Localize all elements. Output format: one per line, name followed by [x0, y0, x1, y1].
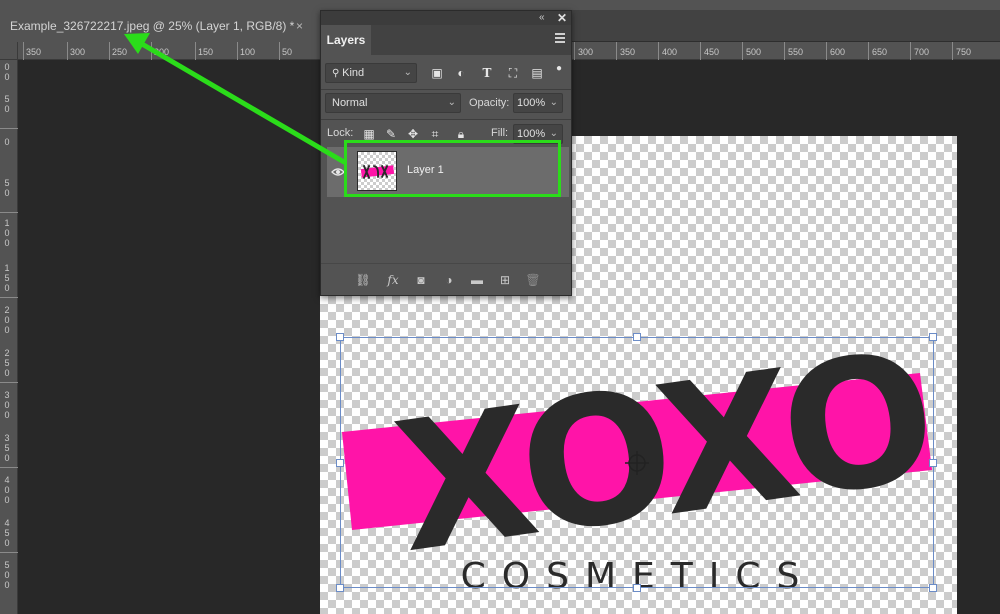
ruler-label: 3 5 0 — [4, 433, 10, 463]
image-filter-icon[interactable]: ▣ — [429, 65, 445, 81]
blend-row: Normal ⌄ Opacity: 100% ⌄ — [321, 93, 571, 115]
panel-footer: ⛓ fx ◙ ◑ ▬ ⊞ 🗑︎ — [321, 263, 571, 295]
ruler-label: 200 — [154, 47, 170, 57]
adjustment-layer-icon[interactable]: ◑ — [441, 272, 457, 288]
new-layer-icon[interactable]: ⊞ — [497, 272, 513, 288]
ruler-label: 700 — [914, 47, 930, 57]
ruler-label: 4 0 0 — [4, 475, 10, 505]
ruler-label: 250 — [112, 47, 128, 57]
transform-handle[interactable] — [929, 459, 937, 467]
shape-filter-icon[interactable]: ⛶ — [505, 65, 521, 81]
ruler-label: 600 — [830, 47, 846, 57]
fx-icon[interactable]: fx — [385, 272, 401, 288]
transform-bounding-box[interactable] — [340, 337, 934, 588]
close-panel-icon[interactable]: ✕ — [557, 11, 567, 25]
transform-handle[interactable] — [336, 333, 344, 341]
chevron-down-icon: ⌄ — [403, 67, 412, 78]
ruler-label: 4 5 0 — [4, 518, 10, 548]
transform-handle[interactable] — [336, 459, 344, 467]
new-group-icon[interactable]: ▬ — [469, 272, 485, 288]
ruler-label: 750 — [956, 47, 972, 57]
eye-icon[interactable] — [331, 165, 345, 179]
ruler-label: 3 0 0 — [4, 390, 10, 420]
smart-object-filter-icon[interactable]: ▤ — [529, 65, 545, 81]
ruler-origin[interactable] — [0, 42, 18, 60]
ruler-label: 300 — [70, 47, 86, 57]
document-tab[interactable]: Example_326722217.jpeg @ 25% (Layer 1, R… — [0, 10, 320, 42]
ruler-label: 500 — [746, 47, 762, 57]
ruler-label: 400 — [662, 47, 678, 57]
blend-mode-select[interactable]: Normal ⌄ — [325, 93, 461, 113]
chevron-down-icon: ⌄ — [447, 97, 456, 108]
layer-highlight-box — [344, 140, 561, 197]
ruler-label: 5 0 0 — [4, 560, 10, 590]
document-title: Example_326722217.jpeg @ 25% (Layer 1, R… — [10, 19, 295, 33]
ruler-label: 5 0 — [4, 94, 10, 114]
transform-handle[interactable] — [633, 584, 641, 592]
link-layers-icon[interactable]: ⛓ — [355, 272, 371, 288]
ruler-label: 450 — [704, 47, 720, 57]
tab-layers[interactable]: Layers — [321, 25, 371, 55]
add-mask-icon[interactable]: ◙ — [413, 272, 429, 288]
ruler-label: 650 — [872, 47, 888, 57]
opacity-label: Opacity: — [469, 97, 510, 109]
ruler-label: 350 — [620, 47, 636, 57]
close-document-icon[interactable]: × — [296, 10, 303, 42]
transform-handle[interactable] — [336, 584, 344, 592]
ruler-label: 5 0 — [4, 178, 10, 198]
ruler-label: 100 — [240, 47, 256, 57]
adjustment-filter-icon[interactable]: ◐ — [453, 65, 469, 81]
ruler-label: 0 0 — [4, 62, 10, 82]
panel-menu-icon[interactable] — [555, 33, 565, 45]
ruler-label: 550 — [788, 47, 804, 57]
options-bar — [0, 0, 1000, 10]
ruler-label: 2 5 0 — [4, 348, 10, 378]
chevron-down-icon: ⌄ — [549, 97, 558, 108]
ruler-label: 50 — [282, 47, 293, 57]
transform-handle[interactable] — [633, 333, 641, 341]
search-icon: ⚲ — [332, 68, 343, 79]
vertical-ruler[interactable]: 0 0 5 0 0 5 0 1 0 0 1 5 0 2 0 0 2 5 0 3 … — [0, 42, 18, 614]
ruler-label: 300 — [578, 47, 594, 57]
filter-kind-select[interactable]: ⚲ Kind ⌄ — [325, 63, 417, 83]
transform-handle[interactable] — [929, 333, 937, 341]
transform-handle[interactable] — [929, 584, 937, 592]
filter-row: ⚲ Kind ⌄ ▣ ◐ T ⛶ ▤ ● — [321, 61, 571, 85]
ruler-label: 0 — [4, 137, 10, 147]
ruler-label: 1 5 0 — [4, 263, 10, 293]
panel-header[interactable]: « ✕ — [321, 11, 571, 25]
ruler-label: 350 — [26, 47, 42, 57]
photoshop-window: Example_326722217.jpeg @ 25% (Layer 1, R… — [0, 0, 1000, 614]
panel-tab-row: Layers — [321, 25, 571, 55]
filter-toggle-icon[interactable]: ● — [551, 61, 567, 77]
ruler-label: 2 0 0 — [4, 305, 10, 335]
opacity-input[interactable]: 100% ⌄ — [513, 93, 563, 113]
ruler-label: 150 — [198, 47, 214, 57]
type-filter-icon[interactable]: T — [479, 65, 495, 81]
ruler-label: 1 0 0 — [4, 218, 10, 248]
collapse-panel-icon[interactable]: « — [539, 11, 545, 25]
delete-layer-icon[interactable]: 🗑︎ — [525, 272, 541, 288]
